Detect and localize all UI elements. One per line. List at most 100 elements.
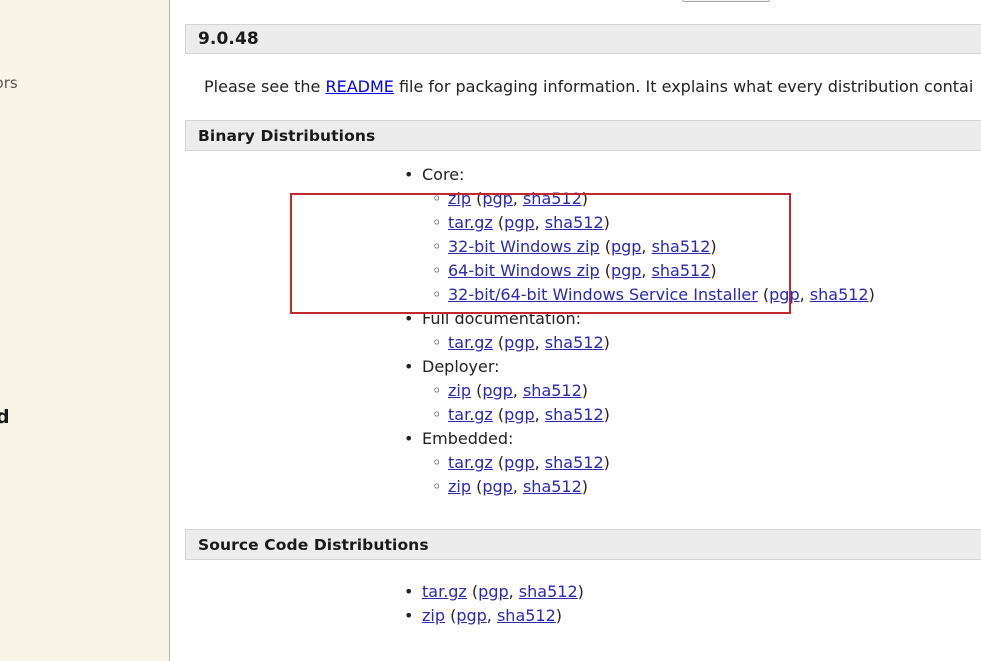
sidebar-item-tomcat-native[interactable]: Tomcat Native — [0, 96, 169, 119]
version-heading-text: 9.0.48 — [198, 29, 259, 49]
binary-distributions-list: Core:zip (pgp, sha512)tar.gz (pgp, sha51… — [350, 163, 875, 499]
binary-distributions-heading-text: Binary Distributions — [198, 126, 376, 145]
clipped-top-box — [682, 0, 770, 2]
pgp-link[interactable]: pgp — [482, 189, 512, 208]
sha512-link[interactable]: sha512 — [545, 213, 604, 232]
punctuation: ( — [471, 189, 483, 208]
punctuation: ) — [603, 453, 610, 472]
sidebar-item-overview[interactable]: Overview — [0, 436, 169, 459]
download-link-tar-gz[interactable]: tar.gz — [448, 453, 493, 472]
sidebar-item-tomcat-7-0[interactable]: Tomcat 7.0 — [0, 49, 169, 72]
download-item: zip (pgp, sha512) — [432, 379, 875, 403]
punctuation: ( — [599, 261, 611, 280]
sha512-link[interactable]: sha512 — [652, 237, 711, 256]
sidebar-heading-get-involved: Get Involved — [0, 408, 169, 427]
download-item: zip (pgp, sha512) — [432, 475, 875, 499]
distribution-group: Core:zip (pgp, sha512)tar.gz (pgp, sha51… — [422, 163, 875, 307]
punctuation: ( — [445, 606, 457, 625]
sha512-link[interactable]: sha512 — [523, 189, 582, 208]
download-link-64-bit-windows-zip[interactable]: 64-bit Windows zip — [448, 261, 600, 280]
download-link-tar-gz[interactable]: tar.gz — [448, 333, 493, 352]
punctuation: , — [641, 237, 652, 256]
download-item: 32-bit/64-bit Windows Service Installer … — [432, 283, 875, 307]
pgp-link[interactable]: pgp — [456, 606, 486, 625]
punctuation: ( — [492, 213, 505, 232]
download-link-zip[interactable]: zip — [448, 477, 471, 496]
punctuation: ( — [466, 582, 479, 601]
sha512-link[interactable]: sha512 — [652, 261, 711, 280]
sidebar-item-presentations[interactable]: Presentations — [0, 163, 169, 186]
source-distributions-heading-bar: Source Code Distributions — [185, 529, 981, 560]
version-heading-bar: 9.0.48 — [185, 24, 981, 54]
punctuation: , — [534, 453, 545, 472]
intro-text-after: file for packaging information. It expla… — [393, 77, 974, 96]
punctuation: , — [512, 477, 523, 496]
sidebar-item-find-help[interactable]: Find help — [0, 289, 169, 312]
main-content: 9.0.48 Please see the README file for pa… — [170, 0, 981, 661]
download-link-32-bit-windows-zip[interactable]: 32-bit Windows zip — [448, 237, 600, 256]
page-root: DocumentationTomcat 10.1 (alpha)Tomcat 1… — [0, 0, 981, 661]
download-link-tar-gz[interactable]: tar.gz — [448, 405, 493, 424]
download-link-zip[interactable]: zip — [448, 189, 471, 208]
sha512-link[interactable]: sha512 — [523, 381, 582, 400]
distribution-file-list: zip (pgp, sha512)tar.gz (pgp, sha512) — [422, 379, 875, 427]
sidebar-item-specifications[interactable]: Specifications — [0, 187, 169, 210]
sha512-link[interactable]: sha512 — [545, 333, 604, 352]
sha512-link[interactable]: sha512 — [810, 285, 869, 304]
pgp-link[interactable]: pgp — [504, 333, 534, 352]
sidebar-group-list: DocumentationTomcat 10.1 (alpha)Tomcat 1… — [0, 0, 169, 529]
download-item: zip (pgp, sha512) — [404, 604, 584, 628]
pgp-link[interactable]: pgp — [504, 213, 534, 232]
punctuation: , — [512, 189, 523, 208]
punctuation: ( — [492, 333, 505, 352]
sidebar-item-translations[interactable]: Translations — [0, 506, 169, 529]
punctuation: , — [534, 333, 545, 352]
sidebar-item-tomcat-8-5[interactable]: Tomcat 8.5 — [0, 26, 169, 49]
download-link-zip[interactable]: zip — [448, 381, 471, 400]
pgp-link[interactable]: pgp — [482, 477, 512, 496]
pgp-link[interactable]: pgp — [478, 582, 508, 601]
download-item: 32-bit Windows zip (pgp, sha512) — [432, 235, 875, 259]
pgp-link[interactable]: pgp — [482, 381, 512, 400]
sidebar-item-mailing-lists[interactable]: Mailing Lists — [0, 334, 169, 357]
download-link-tar-gz[interactable]: tar.gz — [422, 582, 467, 601]
sidebar-item-tomcat-connectors[interactable]: Tomcat Connectors — [0, 72, 169, 95]
pgp-link[interactable]: pgp — [769, 285, 799, 304]
punctuation: ( — [492, 453, 505, 472]
source-distributions-heading-text: Source Code Distributions — [198, 535, 429, 554]
sidebar-item-buildbot[interactable]: Buildbot — [0, 483, 169, 506]
distribution-group-label: Full documentation: — [422, 309, 581, 328]
readme-link[interactable]: README — [325, 77, 393, 96]
intro-text-before: Please see the — [204, 77, 326, 96]
download-link-32-bit-64-bit-windows-service-installer[interactable]: 32-bit/64-bit Windows Service Installer — [448, 285, 758, 304]
sha512-link[interactable]: sha512 — [545, 405, 604, 424]
distribution-group: Deployer:zip (pgp, sha512)tar.gz (pgp, s… — [422, 355, 875, 427]
download-link-zip[interactable]: zip — [422, 606, 445, 625]
pgp-link[interactable]: pgp — [504, 453, 534, 472]
pgp-link[interactable]: pgp — [504, 405, 534, 424]
sha512-link[interactable]: sha512 — [497, 606, 556, 625]
pgp-link[interactable]: pgp — [611, 237, 641, 256]
punctuation: ) — [577, 582, 584, 601]
sidebar-item-bug-database[interactable]: Bug Database — [0, 357, 169, 380]
sidebar-item-security-reports[interactable]: Security Reports — [0, 266, 169, 289]
punctuation: , — [534, 405, 545, 424]
sidebar-item-source-code[interactable]: Source code — [0, 459, 169, 482]
punctuation: , — [799, 285, 810, 304]
punctuation: , — [641, 261, 652, 280]
punctuation: , — [534, 213, 545, 232]
sidebar-item-tomcat-9-0[interactable]: Tomcat 9.0 — [0, 3, 169, 26]
download-link-tar-gz[interactable]: tar.gz — [448, 213, 493, 232]
punctuation: ) — [603, 333, 610, 352]
distribution-group-label: Core: — [422, 165, 464, 184]
download-item: tar.gz (pgp, sha512) — [432, 403, 875, 427]
sha512-link[interactable]: sha512 — [519, 582, 578, 601]
sha512-link[interactable]: sha512 — [545, 453, 604, 472]
pgp-link[interactable]: pgp — [611, 261, 641, 280]
punctuation: , — [512, 381, 523, 400]
sha512-link[interactable]: sha512 — [523, 477, 582, 496]
punctuation: , — [508, 582, 519, 601]
download-item: tar.gz (pgp, sha512) — [432, 451, 875, 475]
sidebar-item-migration-guide[interactable]: Migration Guide — [0, 140, 169, 163]
